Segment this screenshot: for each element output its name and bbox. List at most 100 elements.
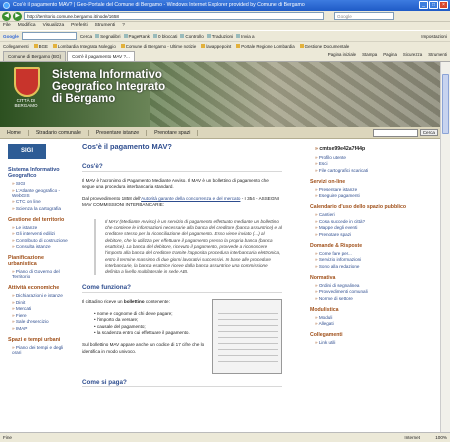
agcm-link[interactable]: Autorità garante della concorrenza e del… <box>141 196 240 201</box>
left-link[interactable]: Scienza la cartografia <box>12 206 74 211</box>
right-link[interactable]: Eseguire pagamenti <box>315 193 430 198</box>
toolbar-item[interactable]: Controllo <box>180 34 203 39</box>
how-row: Il cittadino riceve un bollettino conten… <box>82 298 282 374</box>
right-link[interactable]: Profilo utente <box>315 155 430 160</box>
links-label: Collegamenti <box>3 43 29 49</box>
url-input[interactable]: http://territorio.comune.bergamo.it/node… <box>24 12 324 20</box>
link-item[interactable]: Comune di Bergamo - Ultime notizie <box>121 44 197 49</box>
right-section-title: Domande & Risposte <box>310 242 363 249</box>
section-heading: Come funziona? <box>82 285 282 293</box>
site-title[interactable]: Sistema Informativo Geografico Integrato… <box>52 69 165 105</box>
site-title-line: di Bergamo <box>52 93 116 105</box>
left-link[interactable]: L'Atlante geografico - WebGIS <box>12 188 74 198</box>
right-link[interactable]: File cartografici scaricati <box>315 168 430 173</box>
vertical-scrollbar[interactable] <box>440 62 450 432</box>
right-section-title: Collegamenti <box>310 332 343 338</box>
paragraph: Sul bollettino MAV appare anche un codic… <box>82 342 205 354</box>
main-article: Cos'è il pagamento MAV? Cos'è? Il MAV è … <box>82 143 282 393</box>
link-item[interactable]: Gestione Documentale <box>300 44 350 49</box>
toolbar-item[interactable]: PageRank <box>124 34 150 39</box>
cmd-security[interactable]: Sicurezza <box>403 52 422 57</box>
list-item: la scadenza entro cui effettuare il paga… <box>94 330 207 336</box>
command-bar: Pagina iniziale Stampa Pagina Sicurezza … <box>328 52 447 57</box>
left-link[interactable]: Mercati <box>12 306 74 311</box>
left-link[interactable]: Piano di Governo del Territorio <box>12 269 74 279</box>
left-link[interactable]: Gli interventi edilizi <box>12 231 74 236</box>
left-link[interactable]: Dinit <box>12 300 74 305</box>
links-bar: Collegamenti BGE Lombardia Integrata Nol… <box>0 41 450 50</box>
left-link[interactable]: Sale d'esercizio <box>12 319 74 324</box>
right-link[interactable]: Servizio informazioni <box>315 257 430 262</box>
right-link[interactable]: Moduli <box>315 315 430 320</box>
right-link[interactable]: Come fare per... <box>315 251 430 256</box>
tab-comune[interactable]: Comune di Bergamo (BG) <box>3 51 67 61</box>
right-link[interactable]: Prenotare spazi <box>315 232 430 237</box>
toolbar-item[interactable]: Traduzioni <box>207 34 233 39</box>
right-link[interactable]: Provvedimenti comunali <box>315 289 430 294</box>
toolbar-settings[interactable]: Impostazioni <box>421 34 447 39</box>
cmd-home[interactable]: Pagina iniziale <box>328 52 356 57</box>
link-item[interactable]: Portale Regione Lombardia <box>236 44 294 49</box>
right-link[interactable]: Presentare istanze <box>315 187 430 192</box>
link-item[interactable]: BGE <box>34 44 48 49</box>
left-link[interactable]: Consulta istanze <box>12 244 74 249</box>
search-input[interactable]: Google <box>334 12 394 20</box>
site-banner: CITTÀ DI BERGAMO Sistema Informativo Geo… <box>0 62 440 127</box>
cmd-page[interactable]: Pagina <box>383 52 397 57</box>
toolbar-item[interactable]: Segnalibri <box>95 34 120 39</box>
menu-tools[interactable]: Strumenti <box>95 22 116 30</box>
menu-edit[interactable]: Modifica <box>18 22 36 30</box>
right-link[interactable]: Link utili <box>315 340 430 345</box>
right-link[interactable]: Cantieri <box>315 212 430 217</box>
site-search-input[interactable] <box>372 128 418 137</box>
toolbar-search-input[interactable] <box>21 32 77 40</box>
right-link[interactable]: Ordini di segnalinea <box>315 283 430 288</box>
nav-istanze[interactable]: Presentare istanze <box>89 129 148 136</box>
nav-stradario[interactable]: Stradario comunale <box>29 129 89 136</box>
tab-mav[interactable]: Cos'è il pagamento MAV ?... <box>67 51 135 61</box>
right-link[interactable]: Allegati <box>315 321 430 326</box>
zoom-level[interactable]: 100% <box>435 433 447 442</box>
right-section-title: Servizi on-line <box>310 178 346 185</box>
toolbar-go-button[interactable]: Cerca <box>80 34 92 39</box>
right-link[interactable]: Cosa succede in città? <box>315 219 430 224</box>
link-item[interactable]: lavappepoint <box>201 44 231 49</box>
nav-spazi[interactable]: Prenotare spazi <box>147 129 199 136</box>
right-link[interactable]: Mappe degli eventi <box>315 225 430 230</box>
forward-button[interactable]: ▶ <box>13 11 22 21</box>
site-title-line: Geografico Integrato <box>52 81 166 93</box>
left-link[interactable]: IMAP <box>12 326 74 331</box>
right-link[interactable]: Esci <box>315 161 430 166</box>
paragraph: Il MAV è l'acronimo di Pagamento Mediant… <box>82 177 269 189</box>
menu-file[interactable]: File <box>3 22 11 30</box>
window-title: Cos'è il pagamento MAV? | Geo-Portale de… <box>13 2 305 8</box>
right-section-title: Normativa <box>310 274 336 281</box>
left-link[interactable]: Contributo di costruzione <box>12 238 74 243</box>
right-link[interactable]: Norme di settore <box>315 296 430 301</box>
left-link[interactable]: Fiere <box>12 313 74 318</box>
close-button[interactable]: × <box>439 1 448 9</box>
sigi-logo[interactable]: SIGI <box>8 144 46 159</box>
right-link[interactable]: Sono alla redazione <box>315 264 430 269</box>
site-search-button[interactable]: Cerca <box>419 129 438 136</box>
left-link[interactable]: Le istanze <box>12 225 74 230</box>
minimize-button[interactable]: _ <box>419 1 428 9</box>
toolbar-item[interactable]: Invia a <box>236 34 255 39</box>
link-item[interactable]: Lombardia Integrata Noleggio <box>53 44 116 49</box>
mav-bollettino-image[interactable] <box>212 298 282 374</box>
menu-favorites[interactable]: Preferiti <box>71 22 88 30</box>
menu-help[interactable]: ? <box>122 22 125 30</box>
cmd-print[interactable]: Stampa <box>362 52 377 57</box>
back-button[interactable]: ◀ <box>2 11 11 21</box>
scrollbar-thumb[interactable] <box>442 74 449 134</box>
left-link[interactable]: CTC on line <box>12 199 74 204</box>
menu-view[interactable]: Visualizza <box>43 22 65 30</box>
left-link[interactable]: SIGI <box>12 181 74 186</box>
text: bollettino <box>123 298 145 304</box>
maximize-button[interactable]: □ <box>429 1 438 9</box>
cmd-tools[interactable]: Strumenti <box>428 52 447 57</box>
nav-home[interactable]: Home <box>0 129 29 136</box>
left-link[interactable]: Dichiarazioni e istanze <box>12 293 74 298</box>
toolbar-item[interactable]: 0 bloccati <box>153 34 177 39</box>
left-link[interactable]: Piano dei tempi e degli orari <box>12 345 74 355</box>
